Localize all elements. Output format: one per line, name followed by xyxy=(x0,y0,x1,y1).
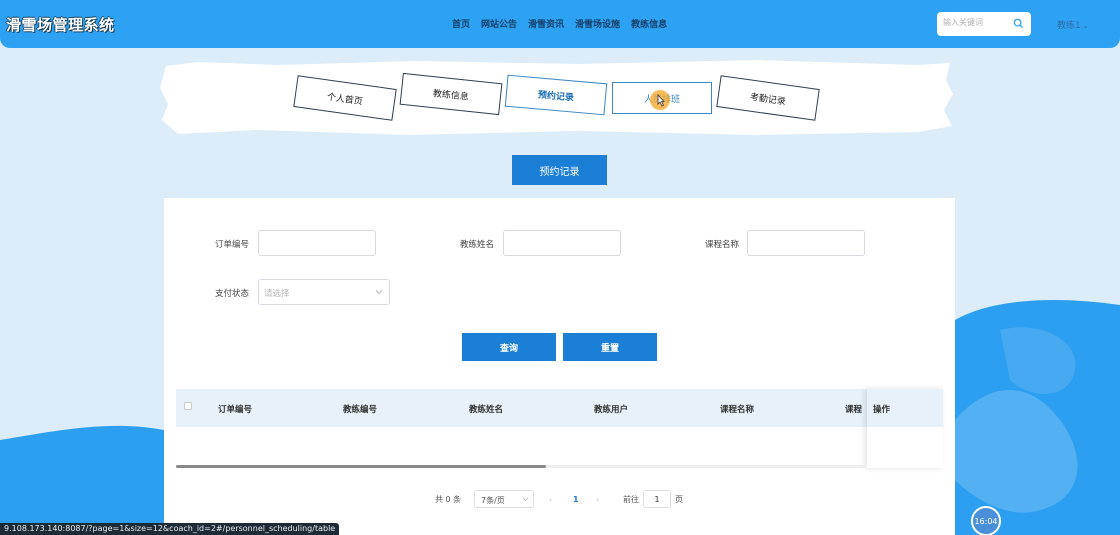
nav-item-coaches[interactable]: 教练信息 xyxy=(631,17,667,30)
column-header-course-extra: 课程 xyxy=(845,405,863,415)
next-page-icon[interactable]: › xyxy=(596,490,599,508)
browser-status-url: 9.108.173.140:8087/?page=1&size=12&coach… xyxy=(0,523,340,535)
mouse-cursor-icon xyxy=(650,90,670,110)
column-header-actions: 操作 xyxy=(867,389,943,427)
tab-banner: 个人首页 教练信息 预约记录 人员排班 考勤记录 xyxy=(158,60,954,136)
pay-status-select[interactable]: 请选择 xyxy=(258,279,390,305)
reset-button[interactable]: 重置 xyxy=(563,333,657,361)
page-size-select[interactable]: 7条/页 xyxy=(474,490,534,508)
nav-item-facilities[interactable]: 滑雪场设施 xyxy=(575,17,620,30)
goto-page-input[interactable]: 1 xyxy=(643,490,671,508)
search-card: 订单编号 教练姓名 课程名称 支付状态 请选择 查询 重置 订单编号 教练编号 … xyxy=(164,198,955,535)
fixed-action-column: 操作 xyxy=(867,389,943,468)
page-unit-label: 页 xyxy=(675,494,683,504)
pagination-total: 共 0 条 xyxy=(435,494,462,504)
nav-item-announcements[interactable]: 网站公告 xyxy=(481,17,517,30)
order-no-label: 订单编号 xyxy=(215,240,250,250)
pay-status-placeholder: 请选择 xyxy=(264,289,290,299)
chevron-down-icon xyxy=(522,497,529,502)
pay-status-label: 支付状态 xyxy=(215,289,250,299)
clock-widget: 16:04 xyxy=(971,506,1001,535)
user-menu[interactable]: 教练1 ⌄ xyxy=(1057,18,1089,31)
column-header-coach-user: 教练用户 xyxy=(594,405,629,415)
search-input[interactable] xyxy=(943,18,1013,27)
goto-label: 前往 xyxy=(623,494,639,504)
course-name-input[interactable] xyxy=(747,230,865,256)
search-icon[interactable] xyxy=(1013,18,1024,29)
page-size-value: 7条/页 xyxy=(481,496,505,505)
nav-item-home[interactable]: 首页 xyxy=(452,17,470,30)
coach-name-label: 教练姓名 xyxy=(460,240,495,250)
coach-name-input[interactable] xyxy=(503,230,621,256)
section-title: 预约记录 xyxy=(512,155,607,185)
column-header-coach-no: 教练编号 xyxy=(343,405,378,415)
select-all-checkbox[interactable] xyxy=(184,402,192,410)
chevron-down-icon xyxy=(375,289,383,295)
horizontal-scrollbar-thumb[interactable] xyxy=(176,465,546,468)
query-button[interactable]: 查询 xyxy=(462,333,556,361)
column-header-coach-name: 教练姓名 xyxy=(469,405,504,415)
nav-item-news[interactable]: 滑雪资讯 xyxy=(528,17,564,30)
chevron-down-icon: ⌄ xyxy=(1082,22,1089,30)
search-box xyxy=(937,12,1031,36)
table-header: 订单编号 教练编号 教练姓名 教练用户 课程名称 课程 xyxy=(176,389,943,427)
column-header-order-no: 订单编号 xyxy=(218,405,253,415)
page-number-current[interactable]: 1 xyxy=(573,490,579,508)
column-header-course-name: 课程名称 xyxy=(720,405,755,415)
top-header: 滑雪场管理系统 首页 网站公告 滑雪资讯 滑雪场设施 教练信息 教练1⌄ xyxy=(0,0,1120,48)
main-nav: 首页 网站公告 滑雪资讯 滑雪场设施 教练信息 xyxy=(452,17,667,30)
user-name: 教练1 xyxy=(1057,21,1081,31)
prev-page-icon[interactable]: ‹ xyxy=(549,490,552,508)
app-logo[interactable]: 滑雪场管理系统 xyxy=(6,14,115,35)
order-no-input[interactable] xyxy=(258,230,376,256)
course-name-label: 课程名称 xyxy=(705,240,740,250)
